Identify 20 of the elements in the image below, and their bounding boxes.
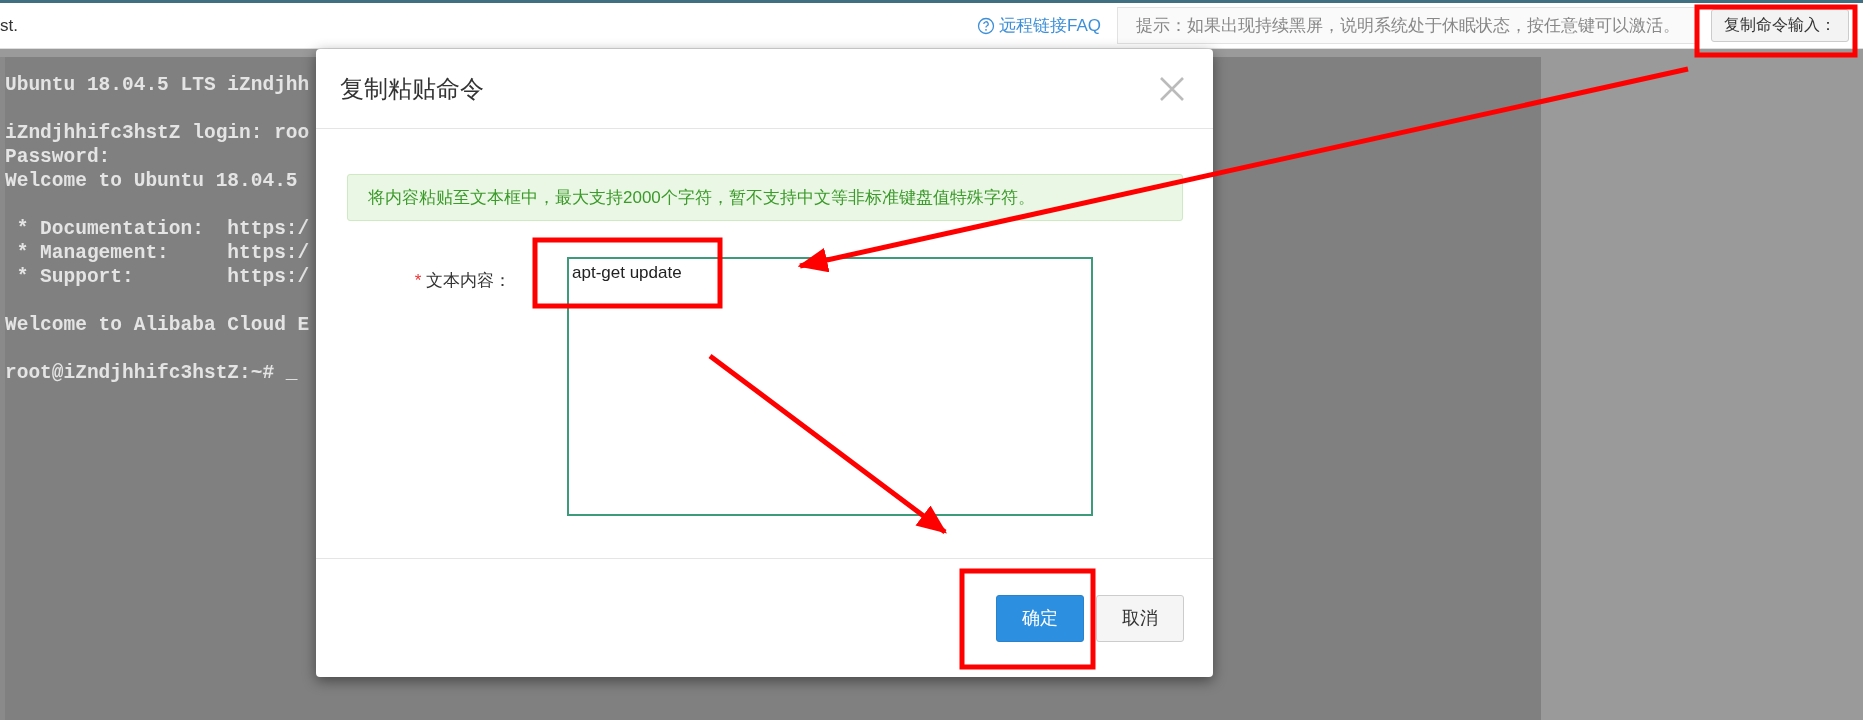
required-mark: * (414, 271, 422, 290)
dialog-title: 复制粘贴命令 (340, 73, 484, 104)
copy-command-button[interactable]: 复制命令输入： (1711, 9, 1849, 42)
faq-link[interactable]: 远程链接FAQ (977, 14, 1101, 37)
terminal-line: * Management: https:/ (15, 241, 310, 265)
page-title: st. (0, 15, 19, 36)
close-icon[interactable] (1159, 75, 1185, 102)
info-alert: 将内容粘贴至文本框中，最大支持2000个字符，暂不支持中文等非标准键盘值特殊字符。 (347, 174, 1183, 221)
terminal-line: root@iZndjhhifc3hstZ:~# _ (5, 361, 298, 385)
terminal-line: Welcome to Alibaba Cloud E (5, 313, 310, 337)
terminal-line: * Support: https:/ (15, 265, 310, 289)
help-icon (977, 16, 995, 35)
terminal-line: Ubuntu 18.04.5 LTS iZndjhh (5, 73, 310, 97)
cancel-button[interactable]: 取消 (1096, 594, 1184, 642)
text-content-field[interactable]: apt-get update (567, 257, 1093, 516)
field-label: 文本内容： (426, 271, 511, 290)
terminal-line: Welcome to Ubuntu 18.04.5 (5, 169, 298, 193)
terminal-line: iZndjhhifc3hstZ login: roo (5, 121, 310, 145)
terminal-line: * Documentation: https:/ (15, 217, 310, 241)
terminal-line: Password: (5, 145, 111, 169)
